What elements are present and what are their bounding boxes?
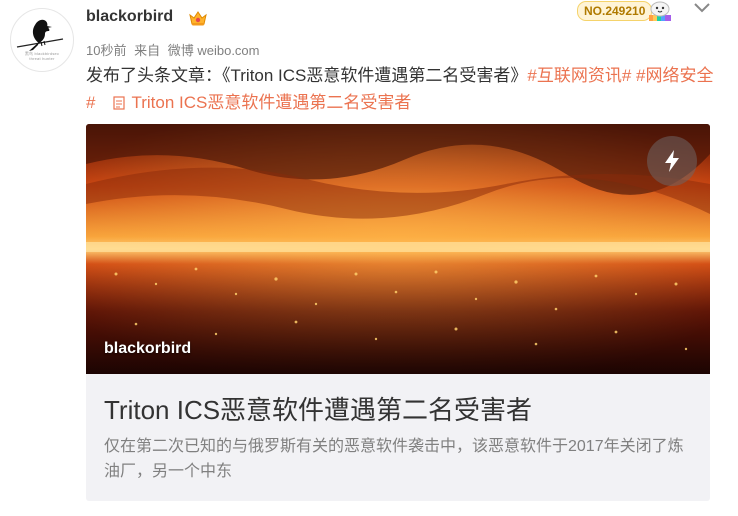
username-link[interactable]: blackorbird bbox=[86, 8, 173, 26]
cover-image-author: blackorbird bbox=[104, 340, 192, 357]
post-text: 发布了头条文章：《Triton ICS恶意软件遭遇第二名受害者》#互联网资讯# … bbox=[86, 62, 716, 116]
document-icon bbox=[113, 96, 126, 110]
article-card-summary: 仅在第二次已知的与俄罗斯有关的恶意软件袭击中，该恶意软件于2017年关闭了炼油厂… bbox=[104, 438, 684, 480]
article-card-title[interactable]: Triton ICS恶意软件遭遇第二名受害者 bbox=[104, 390, 532, 427]
hashtag-internet-news[interactable]: #互联网资讯# bbox=[527, 66, 631, 85]
post-source-prefix: 来自 bbox=[134, 43, 161, 58]
article-link[interactable]: Triton ICS恶意软件遭遇第二名受害者 bbox=[113, 93, 411, 112]
article-link-label: Triton ICS恶意软件遭遇第二名受害者 bbox=[131, 93, 412, 112]
lightning-icon bbox=[665, 150, 679, 172]
member-number-badge[interactable]: NO.249210 bbox=[577, 1, 653, 21]
flash-button[interactable] bbox=[647, 136, 697, 186]
post-time[interactable]: 10秒前 bbox=[86, 43, 126, 58]
avatar-tagline-line-2: threat hunter bbox=[29, 56, 55, 61]
post-meta: 10秒前 来自 微博 weibo.com bbox=[86, 40, 263, 59]
vip-crown-icon[interactable] bbox=[188, 9, 208, 27]
burning-city-image bbox=[86, 124, 710, 374]
article-cover-image: blackorbird bbox=[86, 124, 710, 374]
chevron-down-icon[interactable] bbox=[692, 1, 712, 15]
user-avatar[interactable]: 黑鸟 blackbirdsec threat hunter bbox=[10, 8, 74, 72]
article-card[interactable]: blackorbird Triton ICS恶意软件遭遇第二名受害者 仅在第二次… bbox=[86, 124, 710, 501]
member-mascot-icon[interactable] bbox=[646, 0, 674, 22]
post-source[interactable]: 微博 weibo.com bbox=[168, 43, 260, 58]
avatar-tagline: 黑鸟 blackbirdsec threat hunter bbox=[11, 51, 73, 61]
post-body: 发布了头条文章：《Triton ICS恶意软件遭遇第二名受害者》 bbox=[86, 66, 528, 85]
blackbird-icon bbox=[16, 19, 64, 51]
